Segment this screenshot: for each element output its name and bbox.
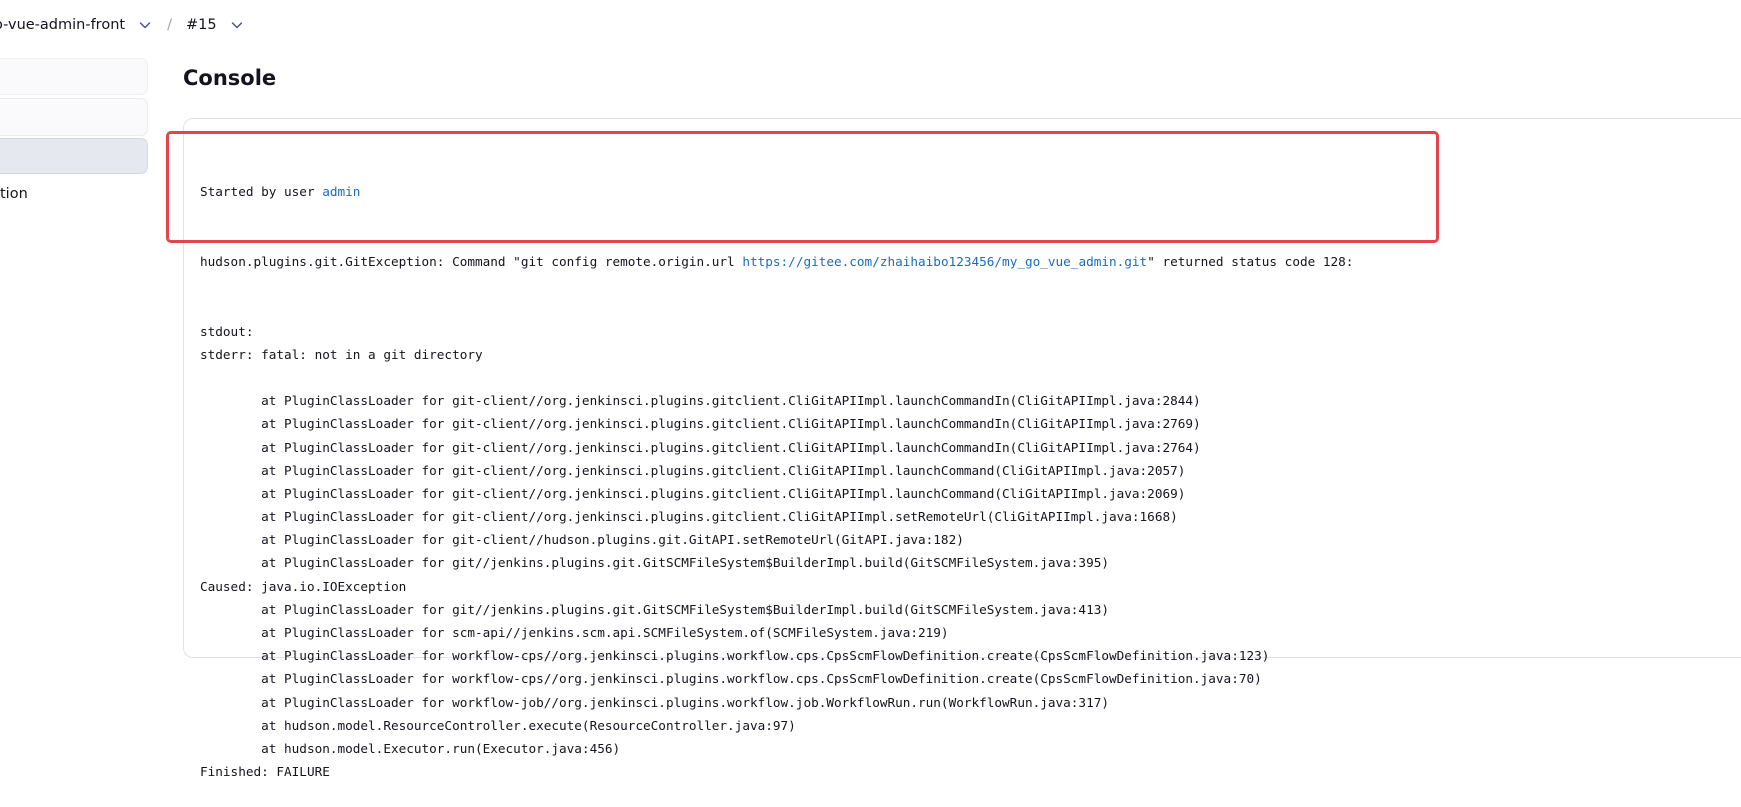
console-line: at PluginClassLoader for git-client//org… xyxy=(200,439,1201,455)
console-output: Started by user admin hudson.plugins.git… xyxy=(200,134,1353,807)
console-line: Caused: java.io.IOException xyxy=(200,578,407,594)
console-line: at PluginClassLoader for git-client//hud… xyxy=(200,532,964,548)
console-line: at hudson.model.ResourceController.execu… xyxy=(200,717,796,733)
sidebar-item-console-output-active[interactable] xyxy=(0,138,148,174)
console-line: at PluginClassLoader for git-client//org… xyxy=(200,416,1201,432)
console-line: stdout: xyxy=(200,323,262,339)
user-link[interactable]: admin xyxy=(322,184,360,199)
console-line: at PluginClassLoader for git-client//org… xyxy=(200,393,1201,409)
console-line: at PluginClassLoader for git//jenkins.pl… xyxy=(200,601,1109,617)
console-line: at PluginClassLoader for git-client//org… xyxy=(200,462,1186,478)
breadcrumb-separator: / xyxy=(167,17,172,33)
console-line: Finished: FAILURE xyxy=(200,764,330,780)
console-line: at PluginClassLoader for git-client//org… xyxy=(200,485,1186,501)
console-line: stderr: fatal: not in a git directory xyxy=(200,346,483,362)
console-stack-trace: stdout: stderr: fatal: not in a git dire… xyxy=(200,320,1353,784)
breadcrumb-job-link[interactable]: o-vue-admin-front xyxy=(0,17,125,33)
sidebar-item[interactable] xyxy=(0,98,148,136)
console-text: Started by user xyxy=(200,184,323,200)
console-line: at PluginClassLoader for git//jenkins.pl… xyxy=(200,555,1109,571)
sidebar-item-label[interactable]: tion xyxy=(0,186,28,202)
page-title: Console xyxy=(183,66,277,90)
sidebar-item[interactable] xyxy=(0,58,148,95)
console-line: Started by user admin xyxy=(200,180,1353,203)
breadcrumb-build-link[interactable]: #15 xyxy=(186,17,217,33)
chevron-down-icon[interactable] xyxy=(229,17,245,33)
console-line: at PluginClassLoader for workflow-cps//o… xyxy=(200,671,1262,687)
console-line: at PluginClassLoader for workflow-cps//o… xyxy=(200,648,1270,664)
repository-url-link[interactable]: https://gitee.com/zhaihaibo123456/my_go_… xyxy=(742,254,1147,269)
console-line: at PluginClassLoader for workflow-job//o… xyxy=(200,694,1109,710)
console-text: " returned status code 128: xyxy=(1147,254,1354,269)
console-line: at PluginClassLoader for scm-api//jenkin… xyxy=(200,625,949,641)
console-text: hudson.plugins.git.GitException: Command… xyxy=(200,254,743,269)
console-line: hudson.plugins.git.GitException: Command… xyxy=(200,250,1353,273)
breadcrumb: o-vue-admin-front / #15 xyxy=(0,12,245,38)
console-line: at hudson.model.Executor.run(Executor.ja… xyxy=(200,740,621,756)
console-line: at PluginClassLoader for git-client//org… xyxy=(200,509,1178,525)
chevron-down-icon[interactable] xyxy=(137,17,153,33)
